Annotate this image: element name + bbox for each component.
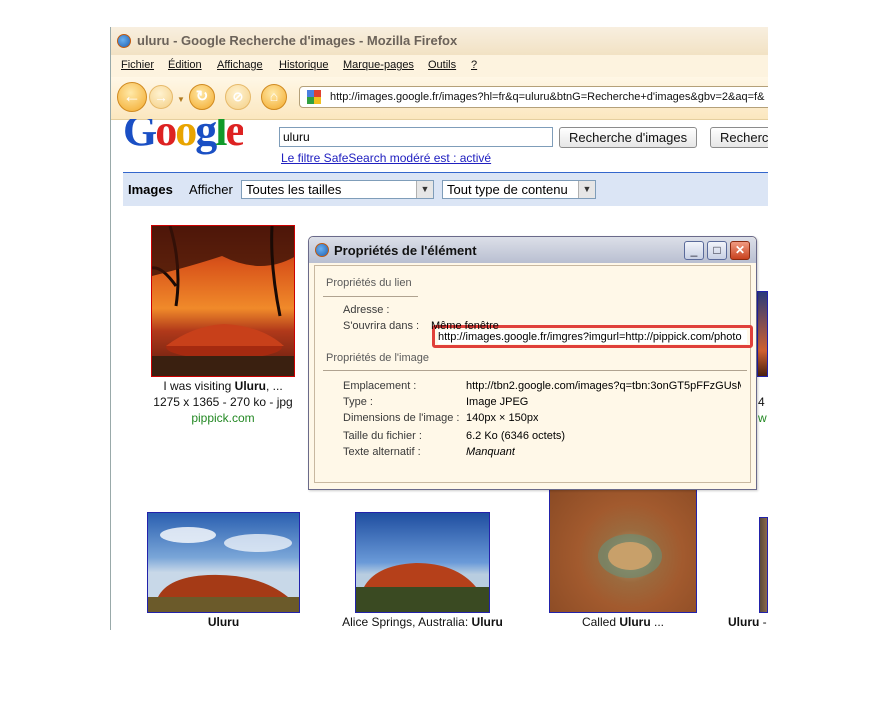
- menu-outils[interactable]: Outils: [428, 59, 456, 71]
- result-caption-1[interactable]: I was visiting Uluru, ...: [151, 379, 295, 393]
- home-icon: ⌂: [269, 88, 279, 104]
- image-search-button[interactable]: Recherche d'images: [559, 127, 698, 148]
- file-size-value: 6.2 Ko (6346 octets): [466, 430, 566, 442]
- alt-text-label: Texte alternatif :: [343, 446, 421, 458]
- result-thumbnail-5-partial[interactable]: [759, 517, 768, 613]
- result-caption-4[interactable]: Called Uluru ...: [549, 615, 697, 629]
- menu-marque-pages[interactable]: Marque-pages: [343, 59, 414, 71]
- uluru-photo: [356, 563, 489, 612]
- address-label: Adresse :: [343, 304, 390, 316]
- reload-icon: ↻: [195, 88, 209, 105]
- home-button[interactable]: ⌂: [261, 84, 287, 110]
- image-properties-heading: Propriétés de l'image: [326, 352, 429, 364]
- menu-fichier[interactable]: Fichier: [121, 59, 154, 71]
- result-site-partial: w: [758, 411, 767, 425]
- images-label: Images: [128, 182, 173, 197]
- close-button[interactable]: ✕: [730, 241, 750, 260]
- forward-button[interactable]: →: [149, 85, 173, 109]
- address-field[interactable]: http://images.google.fr/imgres?imgurl=ht…: [438, 330, 747, 344]
- firefox-icon: [117, 34, 131, 48]
- web-search-button[interactable]: Recherc: [710, 127, 768, 148]
- menu-historique[interactable]: Historique: [279, 59, 329, 71]
- history-dropdown-icon[interactable]: ▼: [177, 95, 185, 104]
- opens-in-value: Même fenêtre: [431, 320, 499, 332]
- close-icon: ✕: [734, 243, 746, 257]
- result-thumbnail-partial[interactable]: [757, 291, 768, 377]
- google-logo[interactable]: Google: [123, 119, 243, 155]
- dimensions-label: Dimensions de l'image :: [343, 412, 460, 424]
- location-label: Emplacement :: [343, 380, 417, 392]
- element-properties-dialog: Propriétés de l'élément _ □ ✕ Propriétés…: [308, 236, 757, 490]
- file-size-label: Taille du fichier :: [343, 430, 422, 442]
- firefox-icon: [315, 243, 329, 257]
- result-meta-1: 1275 x 1365 - 270 ko - jpg: [153, 395, 293, 409]
- divider: [323, 296, 418, 297]
- stop-icon: ⊘: [232, 89, 244, 104]
- safesearch-link[interactable]: Le filtre SafeSearch modéré est : activé: [281, 151, 491, 165]
- stop-button[interactable]: ⊘: [225, 84, 251, 110]
- maximize-button[interactable]: □: [707, 241, 727, 260]
- result-thumbnail-2[interactable]: [147, 512, 300, 613]
- uluru-tree-photo: [152, 226, 294, 376]
- dialog-title: Propriétés de l'élément: [334, 243, 477, 258]
- afficher-label: Afficher: [189, 182, 233, 197]
- result-thumbnail-3[interactable]: [355, 512, 490, 613]
- forward-arrow-icon: →: [154, 89, 168, 105]
- location-value[interactable]: http://tbn2.google.com/images?q=tbn:3onG…: [466, 380, 741, 392]
- search-input[interactable]: uluru: [279, 127, 553, 147]
- result-site-1[interactable]: pippick.com: [151, 411, 295, 425]
- menu-affichage[interactable]: Affichage: [217, 59, 263, 71]
- navigation-toolbar: ← → ▼ ↻ ⊘ ⌂ http://images.google.fr/imag…: [111, 77, 768, 120]
- maximize-icon: □: [713, 243, 721, 257]
- menu-help[interactable]: ?: [471, 59, 477, 71]
- back-arrow-icon: ←: [123, 86, 141, 106]
- divider: [323, 370, 747, 371]
- type-label: Type :: [343, 396, 373, 408]
- images-filter-bar: Images Afficher Toutes les tailles ▼ Tout…: [123, 172, 768, 206]
- type-value: Image JPEG: [466, 396, 529, 408]
- result-thumbnail-1[interactable]: [151, 225, 295, 377]
- result-caption-5[interactable]: Uluru -: [728, 615, 767, 629]
- url-bar[interactable]: http://images.google.fr/images?hl=fr&q=u…: [299, 86, 768, 108]
- minimize-icon: _: [690, 243, 698, 257]
- alt-text-value: Manquant: [466, 446, 515, 458]
- url-text: http://images.google.fr/images?hl=fr&q=u…: [330, 91, 765, 103]
- result-caption-2[interactable]: Uluru: [147, 615, 300, 629]
- chevron-down-icon: ▼: [578, 181, 595, 198]
- window-title: uluru - Google Recherche d'images - Mozi…: [137, 33, 458, 48]
- title-bar: uluru - Google Recherche d'images - Mozi…: [111, 27, 768, 55]
- opens-in-label: S'ouvrira dans :: [343, 320, 420, 332]
- reload-button[interactable]: ↻: [189, 84, 215, 110]
- type-select[interactable]: Tout type de contenu ▼: [442, 180, 596, 199]
- uluru-satellite-photo: [598, 534, 662, 578]
- type-select-value: Tout type de contenu: [447, 182, 568, 197]
- dimensions-value: 140px × 150px: [466, 412, 539, 424]
- size-select[interactable]: Toutes les tailles ▼: [241, 180, 434, 199]
- link-properties-heading: Propriétés du lien: [326, 277, 412, 289]
- result-meta-partial: 4: [758, 395, 765, 409]
- menu-bar: Fichier Édition Affichage Historique Mar…: [111, 55, 768, 77]
- result-caption-3[interactable]: Alice Springs, Australia: Uluru: [321, 615, 524, 629]
- minimize-button[interactable]: _: [684, 241, 704, 260]
- back-button[interactable]: ←: [117, 82, 147, 112]
- result-thumbnail-4[interactable]: [549, 487, 697, 613]
- dialog-title-bar[interactable]: Propriétés de l'élément _ □ ✕: [309, 237, 756, 263]
- google-favicon-icon: [307, 90, 321, 104]
- size-select-value: Toutes les tailles: [246, 182, 342, 197]
- menu-edition[interactable]: Édition: [168, 59, 202, 71]
- chevron-down-icon: ▼: [416, 181, 433, 198]
- uluru-photo: [148, 527, 299, 612]
- dialog-body: Propriétés du lien Adresse : http://imag…: [314, 265, 753, 483]
